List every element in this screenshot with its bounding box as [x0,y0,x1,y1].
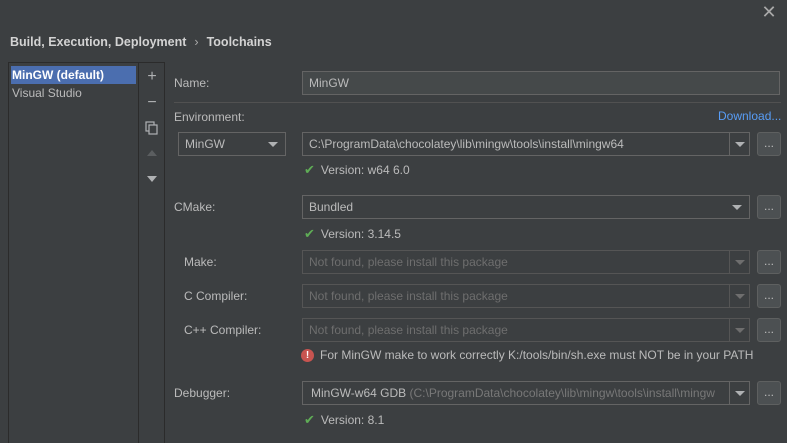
dropdown-button[interactable] [729,319,749,341]
arrow-down-icon[interactable] [144,173,160,189]
chevron-down-icon [735,260,745,265]
chevron-down-icon [735,328,745,333]
environment-path-value: C:\ProgramData\chocolatey\lib\mingw\tool… [309,137,624,151]
environment-type-value: MinGW [185,137,225,151]
check-icon: ✔ [304,412,315,427]
chevron-right-icon: › [194,35,199,49]
debugger-value: MinGW-w64 GDB [311,386,407,400]
breadcrumb-current: Toolchains [206,35,272,49]
chevron-down-icon [735,294,745,299]
arrow-up-icon[interactable] [144,147,160,163]
name-label: Name: [174,76,210,90]
breadcrumb: Build, Execution, Deployment › Toolchain… [10,35,272,49]
check-icon: ✔ [304,226,315,241]
c-compiler-placeholder: Not found, please install this package [309,289,508,303]
cmake-label: CMake: [174,200,216,214]
make-label: Make: [184,255,217,269]
environment-browse-button[interactable]: ... [757,132,781,156]
arrow-up-svg [147,150,157,156]
cpp-compiler-select[interactable]: Not found, please install this package [302,318,750,342]
cmake-version-status: ✔ Version: 3.14.5 [304,226,401,242]
path-error-text: For MinGW make to work correctly K:/tool… [320,348,754,362]
make-placeholder: Not found, please install this package [309,255,508,269]
dropdown-button[interactable] [729,285,749,307]
breadcrumb-parent[interactable]: Build, Execution, Deployment [10,35,186,49]
cpp-compiler-label: C++ Compiler: [184,323,262,337]
remove-icon[interactable]: − [144,95,160,111]
cpp-compiler-browse-button[interactable]: ... [757,318,781,342]
c-compiler-browse-button[interactable]: ... [757,284,781,308]
cmake-select[interactable]: Bundled [302,195,750,219]
error-icon: ! [301,348,314,362]
debugger-version-status: ✔ Version: 8.1 [304,412,384,428]
debugger-browse-button[interactable]: ... [757,381,781,405]
debugger-path: (C:\ProgramData\chocolatey\lib\mingw\too… [409,386,715,400]
make-browse-button[interactable]: ... [757,250,781,274]
cpp-compiler-placeholder: Not found, please install this package [309,323,508,337]
name-input[interactable]: MinGW [302,71,780,95]
make-select[interactable]: Not found, please install this package [302,250,750,274]
environment-type-select[interactable]: MinGW [178,132,286,156]
debugger-select[interactable]: MinGW-w64 GDB (C:\ProgramData\chocolatey… [302,381,750,405]
environment-version-status: ✔ Version: w64 6.0 [304,162,410,178]
add-icon[interactable]: + [144,69,160,85]
download-link[interactable]: Download... [718,109,781,123]
chevron-down-icon [735,391,745,396]
c-compiler-label: C Compiler: [184,289,248,303]
dropdown-button[interactable] [729,382,749,404]
toolchain-item-mingw[interactable]: MinGW (default) [11,66,136,84]
debugger-version-text: Version: 8.1 [320,413,385,427]
arrow-down-svg [147,176,157,182]
close-icon[interactable]: ✕ [760,3,778,21]
copy-icon[interactable] [144,121,160,137]
toolchain-list[interactable]: MinGW (default) Visual Studio [8,62,139,443]
c-compiler-select[interactable]: Not found, please install this package [302,284,750,308]
check-icon: ✔ [304,162,315,177]
cmake-version-text: Version: 3.14.5 [320,227,401,241]
chevron-down-icon [732,205,742,210]
cmake-browse-button[interactable]: ... [757,195,781,219]
dropdown-button[interactable] [729,251,749,273]
chevron-down-icon [735,142,745,147]
environment-path-select[interactable]: C:\ProgramData\chocolatey\lib\mingw\tool… [302,132,750,156]
environment-version-text: Version: w64 6.0 [320,163,410,177]
debugger-label: Debugger: [174,386,231,400]
chevron-down-icon [268,142,278,147]
list-toolbar: + − [139,62,165,443]
dropdown-button[interactable] [729,133,749,155]
separator [174,102,781,103]
cmake-value: Bundled [309,200,354,214]
path-error-message: ! For MinGW make to work correctly K:/to… [301,348,753,362]
copy-icon-svg [145,121,158,135]
toolchain-item-visual-studio[interactable]: Visual Studio [9,84,138,102]
environment-label: Environment: [174,110,245,124]
